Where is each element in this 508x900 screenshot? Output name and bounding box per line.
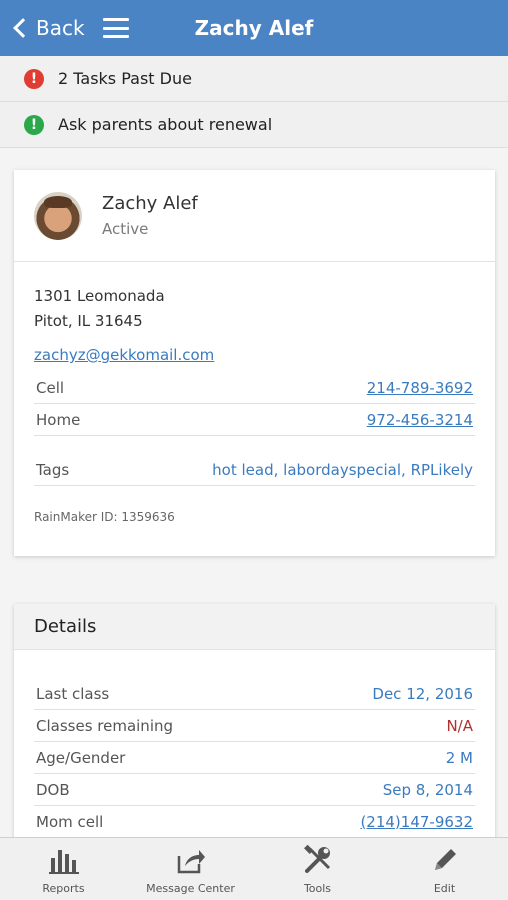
info-icon: ! [24,114,44,135]
alert-text: Ask parents about renewal [58,115,273,134]
address-line-1: 1301 Leomonada [34,287,165,305]
contact-header: Zachy Alef Active [14,170,495,262]
top-bar: Back Zachy Alef [0,0,508,56]
avatar [34,191,82,240]
detail-value: Sep 8, 2014 [382,780,473,799]
contact-card: Zachy Alef Active 1301 Leomonada Pitot, … [14,170,495,556]
tab-message-center[interactable]: Message Center [127,838,254,900]
menu-icon[interactable] [102,18,129,38]
detail-row-dob: DOB Sep 8, 2014 [34,774,475,806]
tags-value[interactable]: hot lead, labordayspecial, RPLikely [212,461,473,479]
detail-row-last-class: Last class Dec 12, 2016 [34,678,475,710]
detail-row-mom-cell: Mom cell (214)147-9632 [34,806,475,838]
detail-row-age-gender: Age/Gender 2 M [34,742,475,774]
phone-row-cell: Cell 214-789-3692 [34,372,475,404]
back-button[interactable]: Back [0,0,85,56]
tags-label: Tags [36,460,70,479]
tab-label: Tools [303,882,332,895]
contact-name: Zachy Alef [102,193,198,214]
address-line-2: Pitot, IL 31645 [34,312,143,330]
alert-renewal[interactable]: ! Ask parents about renewal [0,102,508,148]
bar-chart-icon [48,850,79,874]
alert-tasks-past-due[interactable]: ! 2 Tasks Past Due [0,56,508,102]
chevron-left-icon [13,18,33,38]
back-label: Back [36,16,85,40]
detail-value: N/A [446,716,473,735]
tab-label: Reports [42,882,85,895]
detail-label: Last class [36,684,110,703]
email-link[interactable]: zachyz@gekkomail.com [34,346,214,364]
detail-label: DOB [36,780,70,799]
share-icon [177,850,205,874]
detail-value: Dec 12, 2016 [372,684,473,703]
mom-cell-link[interactable]: (214)147-9632 [360,813,473,831]
tab-edit[interactable]: Edit [381,838,508,900]
detail-row-classes-remaining: Classes remaining N/A [34,710,475,742]
tab-tools[interactable]: Tools [254,838,381,900]
phone-label: Cell [36,378,65,397]
pencil-icon [434,849,456,870]
tools-icon [303,844,330,873]
home-phone-link[interactable]: 972-456-3214 [367,411,473,429]
alert-text: 2 Tasks Past Due [58,69,192,88]
rainmaker-id: RainMaker ID: 1359636 [34,510,175,524]
detail-label: Mom cell [36,812,104,831]
tags-row: Tags hot lead, labordayspecial, RPLikely [34,454,475,486]
phone-label: Home [36,410,81,429]
contact-status: Active [102,220,149,238]
cell-phone-link[interactable]: 214-789-3692 [367,379,473,397]
phone-row-home: Home 972-456-3214 [34,404,475,436]
detail-label: Age/Gender [36,748,126,767]
tab-label: Edit [433,882,456,895]
details-title: Details [14,604,495,650]
bottom-nav: Reports Message Center Tools Edit [0,837,508,900]
detail-value: 2 M [445,748,473,767]
tab-label: Message Center [146,882,235,895]
detail-label: Classes remaining [36,716,174,735]
details-card: Details Last class Dec 12, 2016 Classes … [14,604,495,844]
error-icon: ! [24,68,44,89]
tab-reports[interactable]: Reports [0,838,127,900]
